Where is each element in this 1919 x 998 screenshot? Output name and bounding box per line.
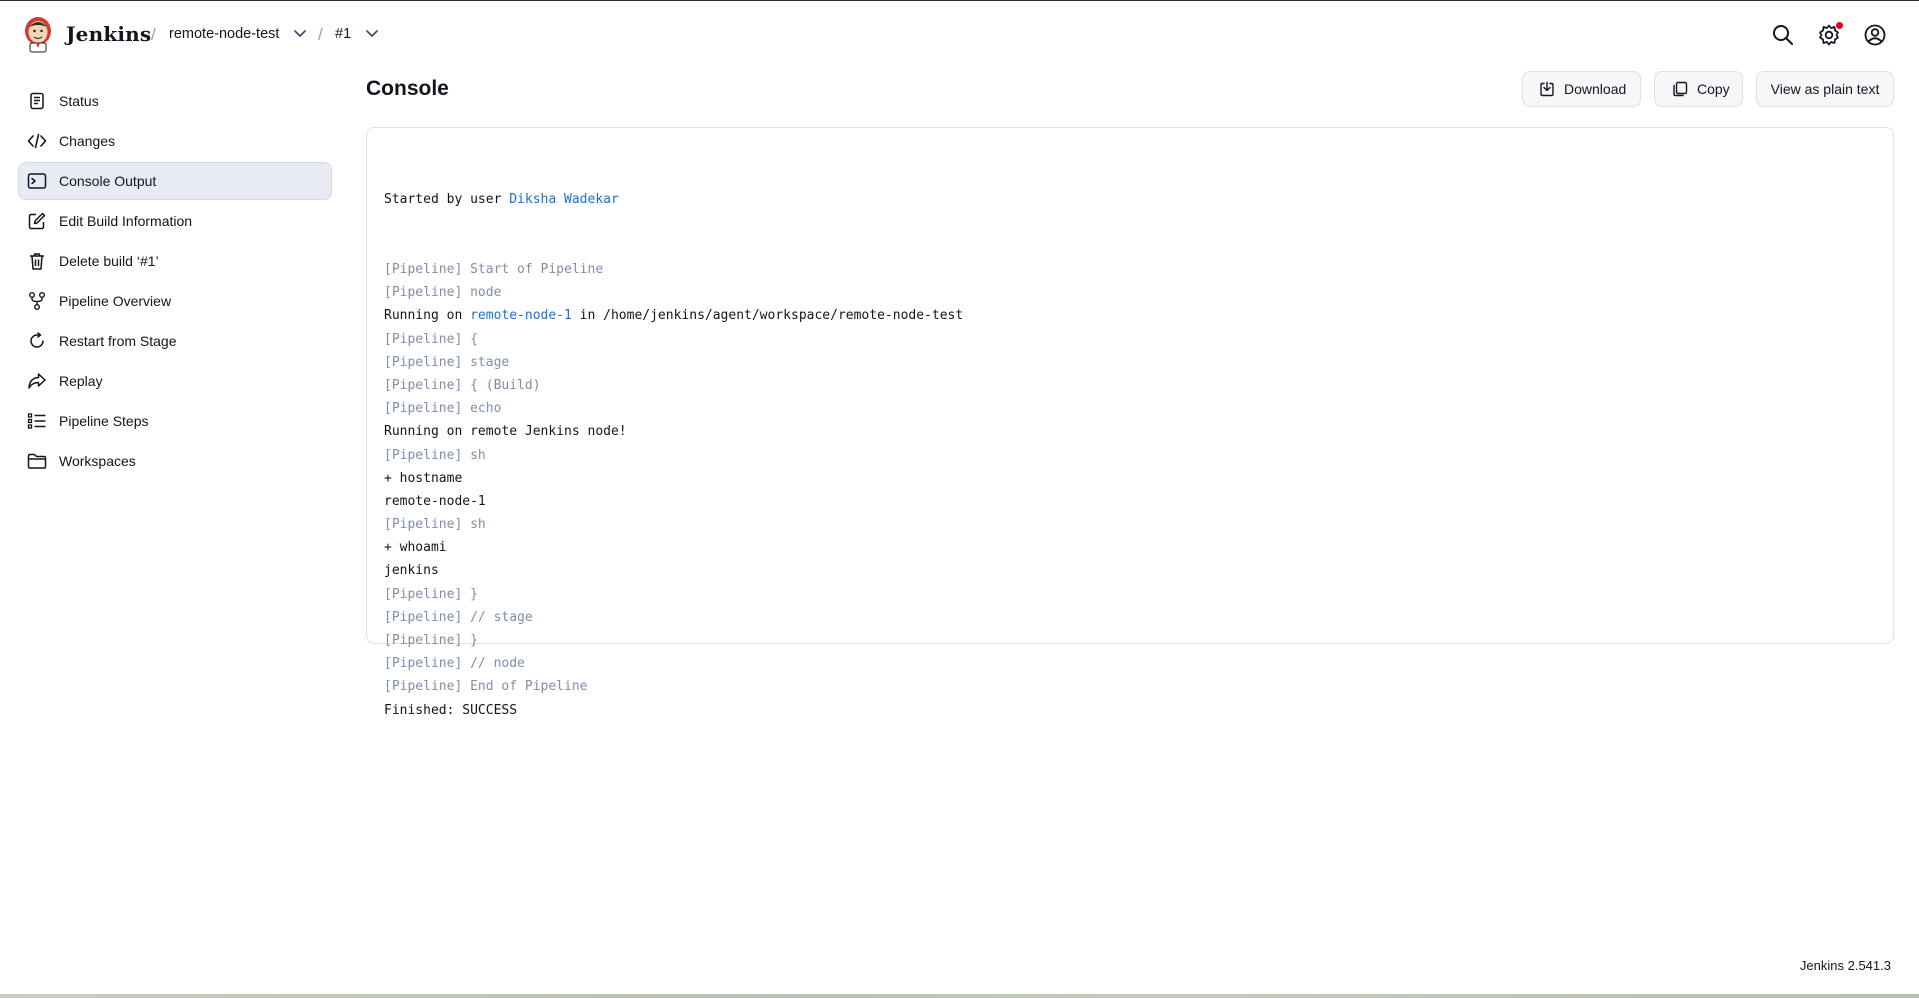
breadcrumb-job[interactable]: remote-node-test (169, 26, 279, 42)
download-label: Download (1564, 81, 1627, 97)
console-line: [Pipeline] { (Build) (384, 377, 541, 393)
sidebar-item-console-output[interactable]: Console Output (18, 162, 332, 200)
copy-button[interactable]: Copy (1654, 71, 1743, 107)
console-line: remote-node-1 (384, 493, 486, 509)
sidebar-item-label: Changes (59, 133, 116, 149)
node-link[interactable]: remote-node-1 (470, 308, 572, 323)
sidebar-item-replay[interactable]: Replay (18, 362, 332, 400)
breadcrumb-separator: / (151, 25, 156, 44)
app-name: Jenkins (66, 22, 152, 46)
console-line: [Pipeline] echo (384, 401, 502, 417)
pipeline-branch-icon (26, 290, 48, 312)
build-sidebar: Status Changes Console Output Edit Build… (18, 82, 332, 482)
page-title: Console (366, 77, 449, 100)
sidebar-item-edit-build-information[interactable]: Edit Build Information (18, 202, 332, 240)
sidebar-item-label: Pipeline Overview (59, 293, 172, 309)
console-line: + whoami (384, 540, 447, 556)
breadcrumb-separator: / (318, 25, 323, 44)
status-icon (26, 90, 48, 112)
console-line: [Pipeline] sh (384, 517, 486, 533)
sidebar-item-label: Replay (59, 373, 103, 389)
console-line: jenkins (384, 563, 439, 579)
download-icon (1538, 80, 1556, 98)
sidebar-item-pipeline-overview[interactable]: Pipeline Overview (18, 282, 332, 320)
trash-icon (26, 250, 48, 272)
sidebar-item-label: Pipeline Steps (59, 413, 149, 429)
sidebar-item-changes[interactable]: Changes (18, 122, 332, 160)
sidebar-item-delete-build[interactable]: Delete build ‘#1’ (18, 242, 332, 280)
console-line: + hostname (384, 470, 463, 486)
sidebar-item-label: Edit Build Information (59, 213, 193, 229)
terminal-icon (26, 170, 48, 192)
sidebar-item-label: Console Output (59, 173, 157, 189)
console-line: [Pipeline] node (384, 285, 502, 301)
console-line: [Pipeline] sh (384, 447, 486, 463)
top-header: Jenkins / remote-node-test / #1 (0, 1, 1919, 67)
restart-icon (26, 330, 48, 352)
console-line: Running on remote-node-1 in /home/jenkin… (384, 308, 964, 324)
chevron-down-icon[interactable] (364, 27, 380, 41)
jenkins-home-link[interactable]: Jenkins (22, 15, 151, 53)
user-link[interactable]: Diksha Wadekar (509, 192, 619, 207)
console-line: [Pipeline] // node (384, 656, 525, 672)
sidebar-item-pipeline-steps[interactable]: Pipeline Steps (18, 402, 332, 440)
console-line: [Pipeline] End of Pipeline (384, 679, 588, 695)
console-line: [Pipeline] Start of Pipeline (384, 262, 604, 277)
console-line: Started by user Diksha Wadekar (384, 192, 619, 208)
console-output-panel: Started by user Diksha Wadekar [Pipeline… (366, 127, 1894, 718)
plain-text-label: View as plain text (1770, 81, 1880, 97)
folder-icon (26, 450, 48, 472)
copy-label: Copy (1697, 81, 1730, 97)
jenkins-logo-icon (25, 17, 51, 53)
sidebar-item-label: Workspaces (59, 453, 136, 469)
console-line: Running on remote Jenkins node! (384, 424, 627, 440)
list-icon (26, 410, 48, 432)
copy-icon (1671, 80, 1689, 98)
jenkins-version-link[interactable]: Jenkins 2.541.3 (1800, 958, 1891, 973)
sidebar-item-label: Status (59, 93, 99, 109)
console-line: [Pipeline] // stage (384, 609, 533, 625)
sidebar-item-workspaces[interactable]: Workspaces (18, 442, 332, 480)
sidebar-item-label: Delete build ‘#1’ (59, 253, 159, 269)
sidebar-item-status[interactable]: Status (18, 82, 332, 120)
search-icon[interactable] (1770, 22, 1796, 48)
chevron-down-icon[interactable] (292, 27, 308, 41)
console-line: [Pipeline] stage (384, 354, 510, 370)
user-account-icon[interactable] (1862, 22, 1888, 48)
view-as-plain-text-button[interactable]: View as plain text (1756, 71, 1894, 107)
console-line: [Pipeline] } (384, 633, 478, 648)
replay-icon (26, 370, 48, 392)
sidebar-item-restart-from-stage[interactable]: Restart from Stage (18, 322, 332, 360)
console-line: [Pipeline] { (384, 331, 478, 347)
download-button[interactable]: Download (1522, 71, 1641, 107)
notification-badge (1836, 22, 1843, 29)
sidebar-item-label: Restart from Stage (59, 333, 177, 349)
console-log: Started by user Diksha Wadekar [Pipeline… (384, 142, 963, 722)
console-line: Finished: SUCCESS (384, 702, 518, 718)
edit-icon (26, 210, 48, 232)
breadcrumb-build[interactable]: #1 (335, 26, 351, 42)
window-bottom-edge (0, 994, 1919, 998)
code-icon (26, 130, 48, 152)
console-line: [Pipeline] } (384, 586, 478, 602)
